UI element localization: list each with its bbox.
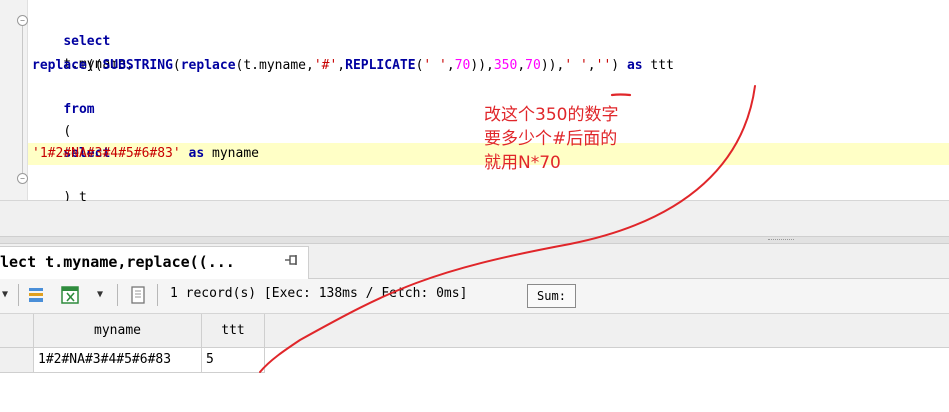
toolbar-separator (157, 284, 158, 306)
cell-myname[interactable]: 1#2#NA#3#4#5#6#83 (34, 348, 202, 372)
column-header-ttt[interactable]: ttt (202, 314, 265, 347)
cell-ttt[interactable]: 5 (202, 348, 265, 372)
code-line-6: select (63, 146, 111, 161)
code-line-3: replace((SUBSTRING(replace(t.myname,'#',… (32, 58, 674, 73)
annotation-note: 改这个350的数字 要多少个#后面的 就用N*70 (484, 103, 704, 175)
toolbar-separator (117, 284, 118, 306)
dropdown-arrow-icon[interactable]: ▼ (2, 285, 8, 305)
toolbar-separator (18, 284, 19, 306)
pin-icon[interactable] (284, 253, 300, 271)
annotation-line-1: 改这个350的数字 (484, 105, 619, 125)
annotation-line-3: 就用N*70 (484, 153, 561, 173)
code-line-5: ( (63, 124, 72, 139)
fold-collapse-icon[interactable]: − (17, 15, 28, 26)
code-line-7: '1#2#NA#3#4#5#6#83' as myname (32, 146, 259, 161)
result-tab-label[interactable]: lect t.myname,replace((... (0, 253, 235, 271)
result-toolbar: ▼ ▼ 1 record(s) [Exec: 138ms / Fetch: 0m… (0, 279, 949, 314)
result-grid[interactable]: myname ttt 1#2#NA#3#4#5#6#83 5 (0, 314, 949, 412)
table-row[interactable]: 1#2#NA#3#4#5#6#83 5 (0, 348, 265, 373)
query-status-text: 1 record(s) [Exec: 138ms / Fetch: 0ms] (170, 286, 468, 301)
result-tab-bar: lect t.myname,replace((... (0, 244, 949, 279)
sum-field[interactable]: Sum: (527, 284, 576, 308)
excel-icon[interactable] (61, 285, 80, 305)
code-line-8: ) t (63, 190, 87, 205)
sql-editor[interactable]: − − select t.myname, replace((SUBSTRING(… (0, 0, 949, 205)
code-line-2: t.myname, (63, 57, 134, 72)
code-line-4: from (63, 102, 95, 117)
number-350: 350 (493, 58, 518, 73)
copy-icon[interactable] (128, 285, 148, 305)
annotation-line-2: 要多少个#后面的 (484, 129, 618, 149)
row-header[interactable] (0, 348, 34, 372)
dropdown-arrow-icon[interactable]: ▼ (97, 285, 103, 305)
fold-guide (22, 25, 23, 173)
empty-panel-area (0, 201, 949, 236)
pane-splitter[interactable] (0, 236, 949, 244)
export-icon[interactable] (27, 285, 45, 305)
result-tab[interactable]: lect t.myname,replace((... (0, 246, 309, 279)
grid-header: myname ttt (0, 314, 949, 348)
code-line-1: select (63, 34, 111, 49)
row-header-corner[interactable] (0, 314, 34, 347)
splitter-grip-icon[interactable] (768, 239, 794, 242)
fold-end-icon[interactable]: − (17, 173, 28, 184)
column-header-myname[interactable]: myname (34, 314, 202, 347)
editor-gutter (0, 0, 28, 200)
